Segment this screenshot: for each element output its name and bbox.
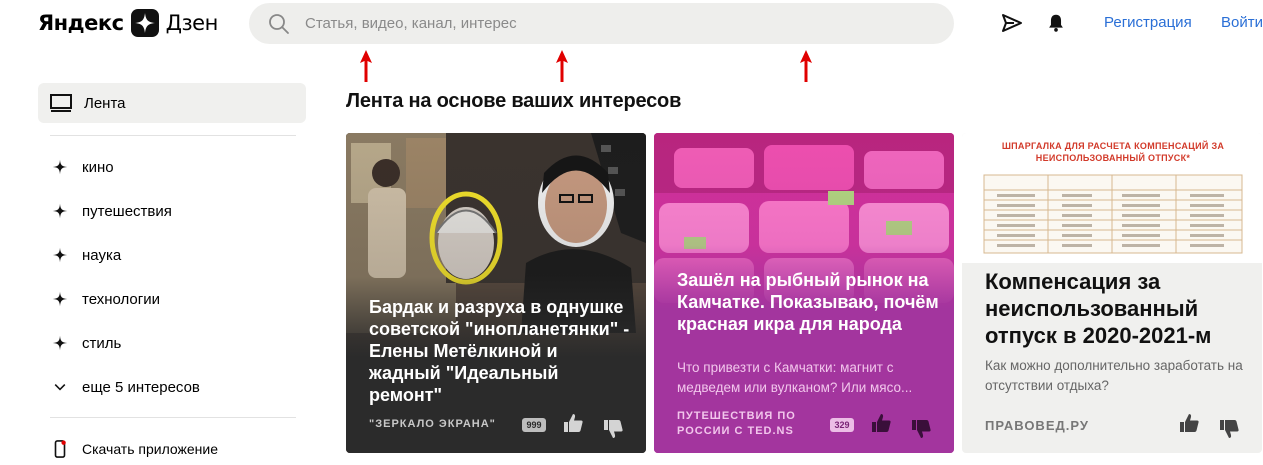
annotation-arrow-icon <box>360 50 372 82</box>
bell-icon[interactable] <box>1042 10 1070 36</box>
article-description: Как можно дополнительно заработать на от… <box>985 358 1243 393</box>
yandex-zen-logo[interactable]: Яндекс Дзен <box>38 9 218 37</box>
sparkle-icon <box>50 245 70 265</box>
sidebar-item-kino[interactable]: кино <box>50 155 114 179</box>
sidebar-item-label: наука <box>82 246 122 264</box>
send-icon[interactable] <box>998 10 1026 36</box>
sidebar-item-technology[interactable]: технологии <box>50 287 160 311</box>
zen-feed-page: Яндекс Дзен Регистрация Войти Лента <box>0 0 1263 465</box>
sidebar-divider <box>50 135 296 136</box>
search-input[interactable] <box>305 15 905 32</box>
article-title: Зашёл на рыбный рынок на Камчатке. Показ… <box>677 270 939 334</box>
like-icon[interactable] <box>870 412 892 434</box>
sidebar-more-interests[interactable]: еще 5 интересов <box>50 375 200 399</box>
sidebar-item-label: технологии <box>82 290 161 308</box>
chevron-down-icon <box>50 377 70 397</box>
sparkle-icon <box>50 289 70 309</box>
feed-title: Лента на основе ваших интересов <box>346 90 682 112</box>
register-link[interactable]: Регистрация <box>1104 14 1192 31</box>
phone-icon <box>50 439 70 459</box>
article-description: Что привезти с Камчатки: магнит с медвед… <box>677 360 913 395</box>
article-card[interactable]: Зашёл на рыбный рынок на Камчатке. Показ… <box>654 133 954 453</box>
sidebar-item-travel[interactable]: путешествия <box>50 199 172 223</box>
monitor-icon <box>50 94 72 112</box>
search-icon <box>267 12 291 36</box>
sparkle-icon <box>50 201 70 221</box>
dislike-icon[interactable] <box>602 418 624 440</box>
annotation-arrow-icon <box>800 50 812 82</box>
article-title: Компенсация за неиспользованный отпуск в… <box>985 269 1212 348</box>
article-source[interactable]: ПУТЕШЕСТВИЯ ПО РОССИИ С TED.NS <box>677 409 827 439</box>
article-card[interactable]: ШПАРГАЛКА ДЛЯ РАСЧЕТА КОМПЕНСАЦИЙ ЗА НЕИ… <box>962 133 1262 453</box>
comment-count-badge: 329 <box>830 418 854 432</box>
logo-text-yandex: Яндекс <box>38 11 124 35</box>
sidebar-item-label: еще 5 интересов <box>82 378 200 396</box>
download-app-label: Скачать приложение <box>82 441 219 457</box>
logo-text-zen: Дзен <box>165 11 219 35</box>
comment-count-badge: 999 <box>522 418 546 432</box>
login-link[interactable]: Войти <box>1221 14 1263 31</box>
dislike-icon[interactable] <box>1218 418 1240 440</box>
like-icon[interactable] <box>1178 412 1200 434</box>
zen-star-logo-icon <box>130 9 160 37</box>
sidebar-divider <box>50 417 296 418</box>
sparkle-icon <box>50 157 70 177</box>
sidebar-item-label: кино <box>82 158 114 176</box>
sidebar-item-feed[interactable]: Лента <box>38 83 306 123</box>
download-app-link[interactable]: Скачать приложение <box>50 437 218 461</box>
image-heading: ШПАРГАЛКА ДЛЯ РАСЧЕТА КОМПЕНСАЦИЙ ЗА НЕИ… <box>1001 141 1225 163</box>
sparkle-icon <box>50 333 70 353</box>
search-bar[interactable] <box>249 3 954 44</box>
article-card[interactable]: Бардак и разруха в однушке советской "ин… <box>346 133 646 453</box>
sidebar-item-label: Лента <box>84 94 126 112</box>
article-source[interactable]: ПРАВОВЕД.РУ <box>985 418 1089 433</box>
annotation-arrow-icon <box>556 50 568 82</box>
sidebar-item-label: стиль <box>82 334 122 352</box>
sidebar-item-style[interactable]: стиль <box>50 331 121 355</box>
sidebar-item-label: путешествия <box>82 202 172 220</box>
article-source[interactable]: "ЗЕРКАЛО ЭКРАНА" <box>369 417 496 432</box>
like-icon[interactable] <box>562 412 584 434</box>
dislike-icon[interactable] <box>910 418 932 440</box>
sidebar-item-science[interactable]: наука <box>50 243 121 267</box>
article-title: Бардак и разруха в однушке советской "ин… <box>369 297 630 405</box>
